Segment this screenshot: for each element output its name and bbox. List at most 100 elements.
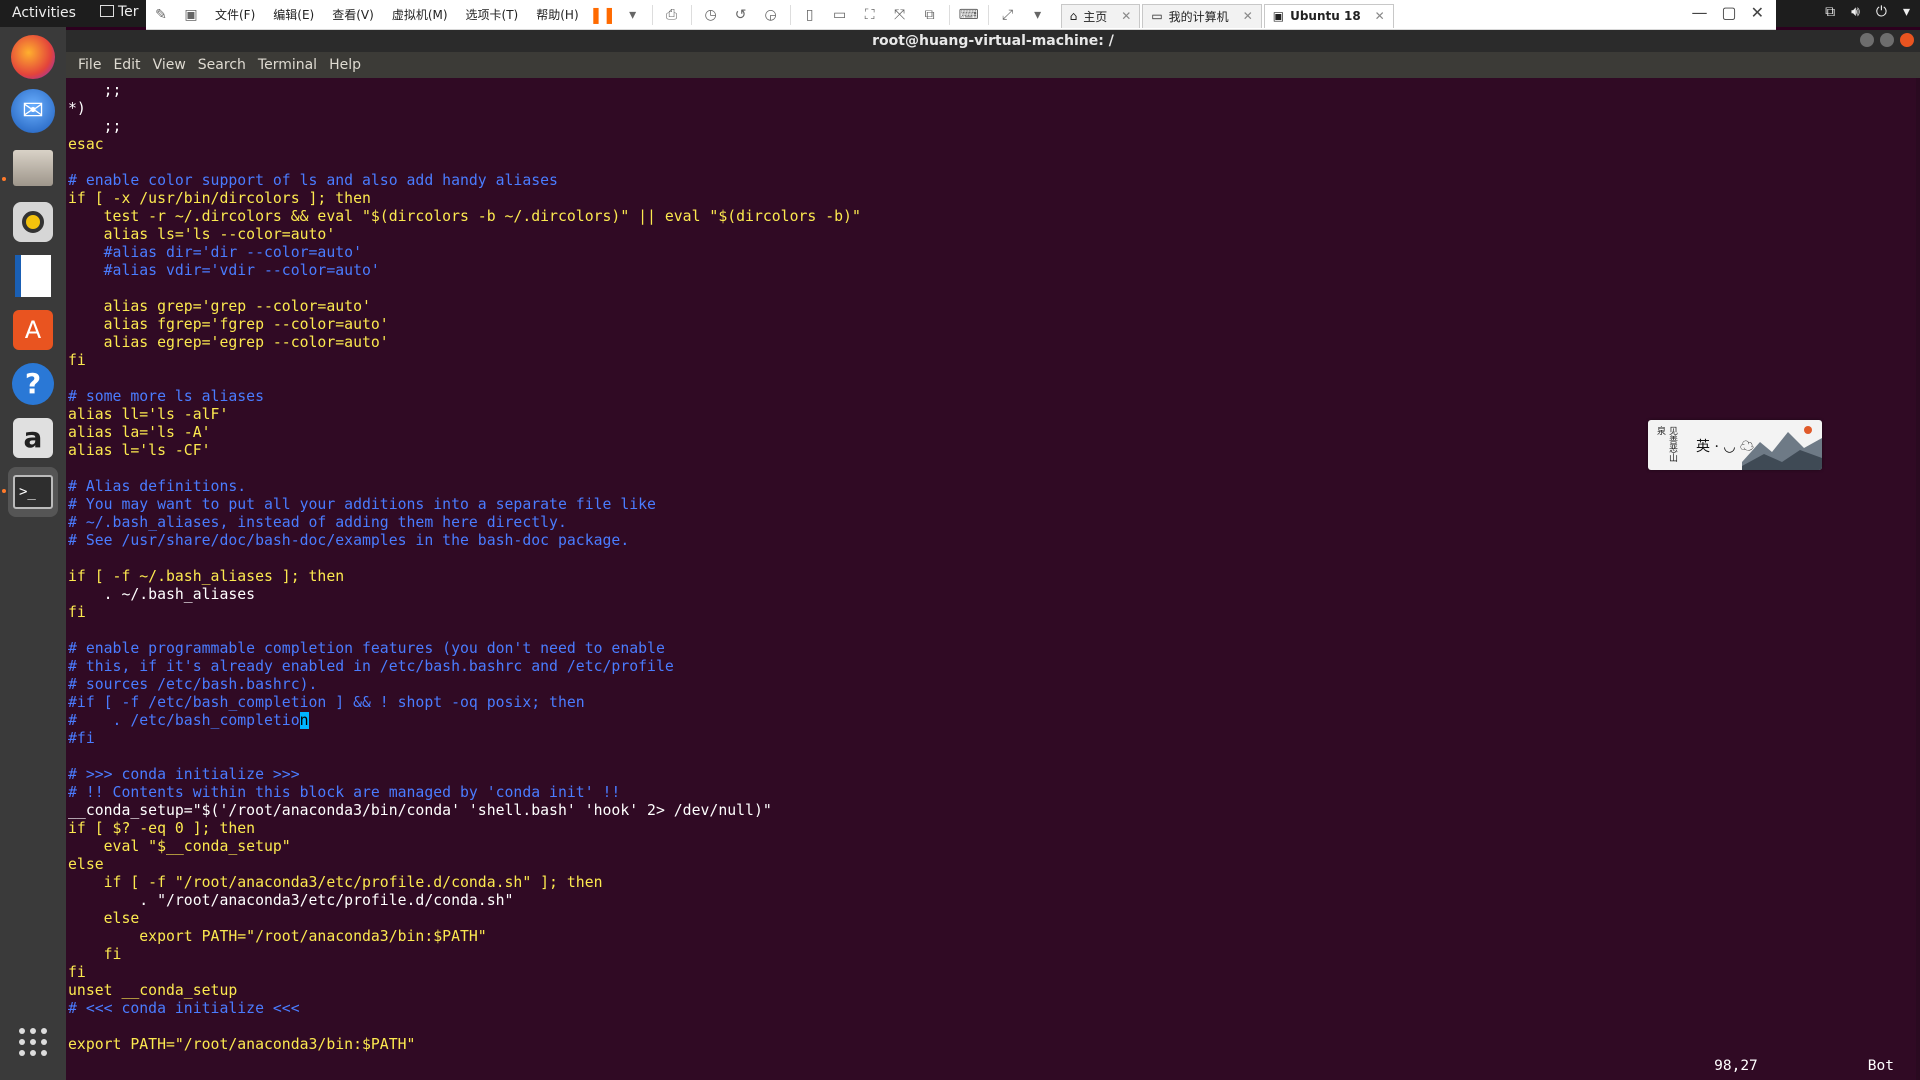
- thunderbird-icon[interactable]: ✉: [11, 89, 55, 133]
- stretch-icon[interactable]: ⤢: [997, 4, 1019, 26]
- pin-icon[interactable]: ✎: [150, 4, 172, 26]
- terminal-menu-item[interactable]: Search: [192, 57, 252, 73]
- dropdown-icon[interactable]: ▾: [1027, 4, 1049, 26]
- code-line: alias ll='ls -alF': [68, 406, 229, 423]
- writer-icon[interactable]: [8, 251, 58, 301]
- code-line: ;;: [68, 118, 122, 135]
- vmware-menu-item[interactable]: 编辑(E): [264, 6, 323, 23]
- thumbnail-icon[interactable]: ▭: [829, 4, 851, 26]
- rhythmbox-icon[interactable]: [8, 197, 58, 247]
- vmware-menu-item[interactable]: 查看(V): [323, 6, 383, 23]
- multi-monitor-icon[interactable]: ⧉: [919, 4, 941, 26]
- code-line: *): [68, 100, 86, 117]
- mountain-painting-icon: [1742, 426, 1822, 470]
- activities-button[interactable]: Activities: [12, 5, 76, 21]
- network-icon[interactable]: ⧉: [1825, 4, 1835, 20]
- files-icon[interactable]: [8, 143, 58, 193]
- maximize-icon[interactable]: ▢: [1721, 3, 1736, 22]
- window-title: root@huang-virtual-machine: /: [872, 33, 1114, 49]
- code-line: # enable color support of ls and also ad…: [68, 172, 558, 189]
- show-applications-icon[interactable]: [8, 1017, 58, 1067]
- firefox-icon[interactable]: [11, 35, 55, 79]
- pause-icon[interactable]: ❚❚: [589, 4, 616, 26]
- volume-icon[interactable]: 🔊︎: [1851, 4, 1860, 20]
- toolbar-divider: [948, 4, 950, 25]
- library-icon[interactable]: ▣: [180, 4, 202, 26]
- power-icon[interactable]: ⏻: [1876, 4, 1887, 20]
- code-line: if [ -f ~/.bash_aliases ]; then: [68, 568, 345, 585]
- computer-icon: ▭: [1151, 9, 1163, 23]
- software-center-icon[interactable]: A: [8, 305, 58, 355]
- minimize-icon[interactable]: [1860, 33, 1874, 47]
- terminal-scrollbar[interactable]: [1916, 78, 1920, 1080]
- close-tab-icon[interactable]: ✕: [1243, 9, 1253, 23]
- vm-icon: ▣: [1272, 9, 1285, 23]
- unity-icon[interactable]: ⤧: [889, 4, 911, 26]
- amazon-icon[interactable]: a: [8, 413, 58, 463]
- vmware-menu-item[interactable]: 选项卡(T): [457, 6, 528, 23]
- app-indicator-label: Ter: [118, 4, 139, 20]
- vim-buffer[interactable]: ;; *) ;; esac # enable color support of ls …: [68, 82, 861, 1054]
- code-line: # !! Contents within this block are mana…: [68, 784, 621, 801]
- vmware-menu-item[interactable]: 帮助(H): [527, 6, 587, 23]
- close-icon[interactable]: [1900, 33, 1914, 47]
- code-line: #if [ -f /etc/bash_completion ] && ! sho…: [68, 694, 585, 711]
- vmware-tab[interactable]: ▣ Ubuntu 18 ✕: [1263, 3, 1394, 28]
- app-indicator[interactable]: Ter: [100, 4, 139, 20]
- terminal-menu-item[interactable]: View: [147, 57, 192, 73]
- code-line: if [ -x /usr/bin/dircolors ]; then: [68, 190, 371, 207]
- code-line: # enable programmable completion feature…: [68, 640, 665, 657]
- vmware-menu-item[interactable]: 虚拟机(M): [383, 6, 457, 23]
- toolbar-divider: [789, 4, 791, 25]
- revert-snapshot-icon[interactable]: ↺: [730, 4, 752, 26]
- vmware-tab[interactable]: ⌂ 主页 ✕: [1060, 3, 1141, 28]
- console-icon[interactable]: ⌨: [958, 4, 980, 26]
- chevron-down-icon[interactable]: ▾: [1903, 4, 1910, 20]
- sidebar-toggle-icon[interactable]: ▯: [799, 4, 821, 26]
- code-line: test -r ~/.dircolors && eval "$(dircolor…: [68, 208, 861, 225]
- code-line: # See /usr/share/doc/bash-doc/examples i…: [68, 532, 630, 549]
- help-icon[interactable]: ?: [8, 359, 58, 409]
- toolbar-divider: [690, 4, 692, 25]
- code-line: . ~/.bash_aliases: [68, 586, 256, 603]
- code-line: eval "$__conda_setup": [68, 838, 291, 855]
- terminal-menu-item[interactable]: Terminal: [252, 57, 323, 73]
- cursor-position: 98,27: [1714, 1058, 1758, 1074]
- terminal-menu-item[interactable]: Edit: [107, 57, 146, 73]
- terminal-menu-item[interactable]: Help: [323, 57, 367, 73]
- close-tab-icon[interactable]: ✕: [1121, 9, 1131, 23]
- code-line: fi: [68, 352, 86, 369]
- code-line: fi: [68, 946, 122, 963]
- terminal-menu-item[interactable]: File: [72, 57, 107, 73]
- system-tray[interactable]: ⧉ 🔊︎ ⏻ ▾: [1825, 4, 1910, 20]
- code-line: # Alias definitions.: [68, 478, 247, 495]
- floating-ime-widget[interactable]: 见善恶山泉 英 · ◡ ☁: [1648, 420, 1822, 470]
- widget-seal-text: 见善恶山泉: [1655, 426, 1677, 462]
- terminal-viewport[interactable]: ;; *) ;; esac # enable color support of ls …: [66, 78, 1916, 1080]
- terminal-title-bar[interactable]: root@huang-virtual-machine: /: [66, 30, 1920, 52]
- toolbar-divider: [987, 4, 989, 25]
- vmware-tab[interactable]: ▭ 我的计算机 ✕: [1142, 3, 1262, 28]
- code-line: alias ls='ls --color=auto': [68, 226, 336, 243]
- minimize-icon[interactable]: —: [1691, 3, 1707, 22]
- code-line: unset __conda_setup: [68, 982, 238, 999]
- dropdown-icon[interactable]: ▾: [622, 4, 644, 26]
- close-icon[interactable]: ✕: [1751, 3, 1764, 22]
- snapshot-icon[interactable]: ◷: [700, 4, 722, 26]
- running-indicator: [2, 177, 6, 181]
- text-cursor: n: [299, 712, 309, 729]
- send-ctrl-alt-del-icon[interactable]: ⎙: [661, 4, 683, 26]
- vmware-menu-item[interactable]: 文件(F): [206, 6, 264, 23]
- maximize-icon[interactable]: [1880, 33, 1894, 47]
- fullscreen-icon[interactable]: ⛶: [859, 4, 881, 26]
- code-line: alias fgrep='fgrep --color=auto': [68, 316, 389, 333]
- terminal-icon[interactable]: >_: [8, 467, 58, 517]
- code-line: __conda_setup="$('/root/anaconda3/bin/co…: [68, 802, 772, 819]
- snapshot-manager-icon[interactable]: ◶: [760, 4, 782, 26]
- tab-label: 我的计算机: [1168, 9, 1229, 24]
- close-tab-icon[interactable]: ✕: [1375, 9, 1385, 23]
